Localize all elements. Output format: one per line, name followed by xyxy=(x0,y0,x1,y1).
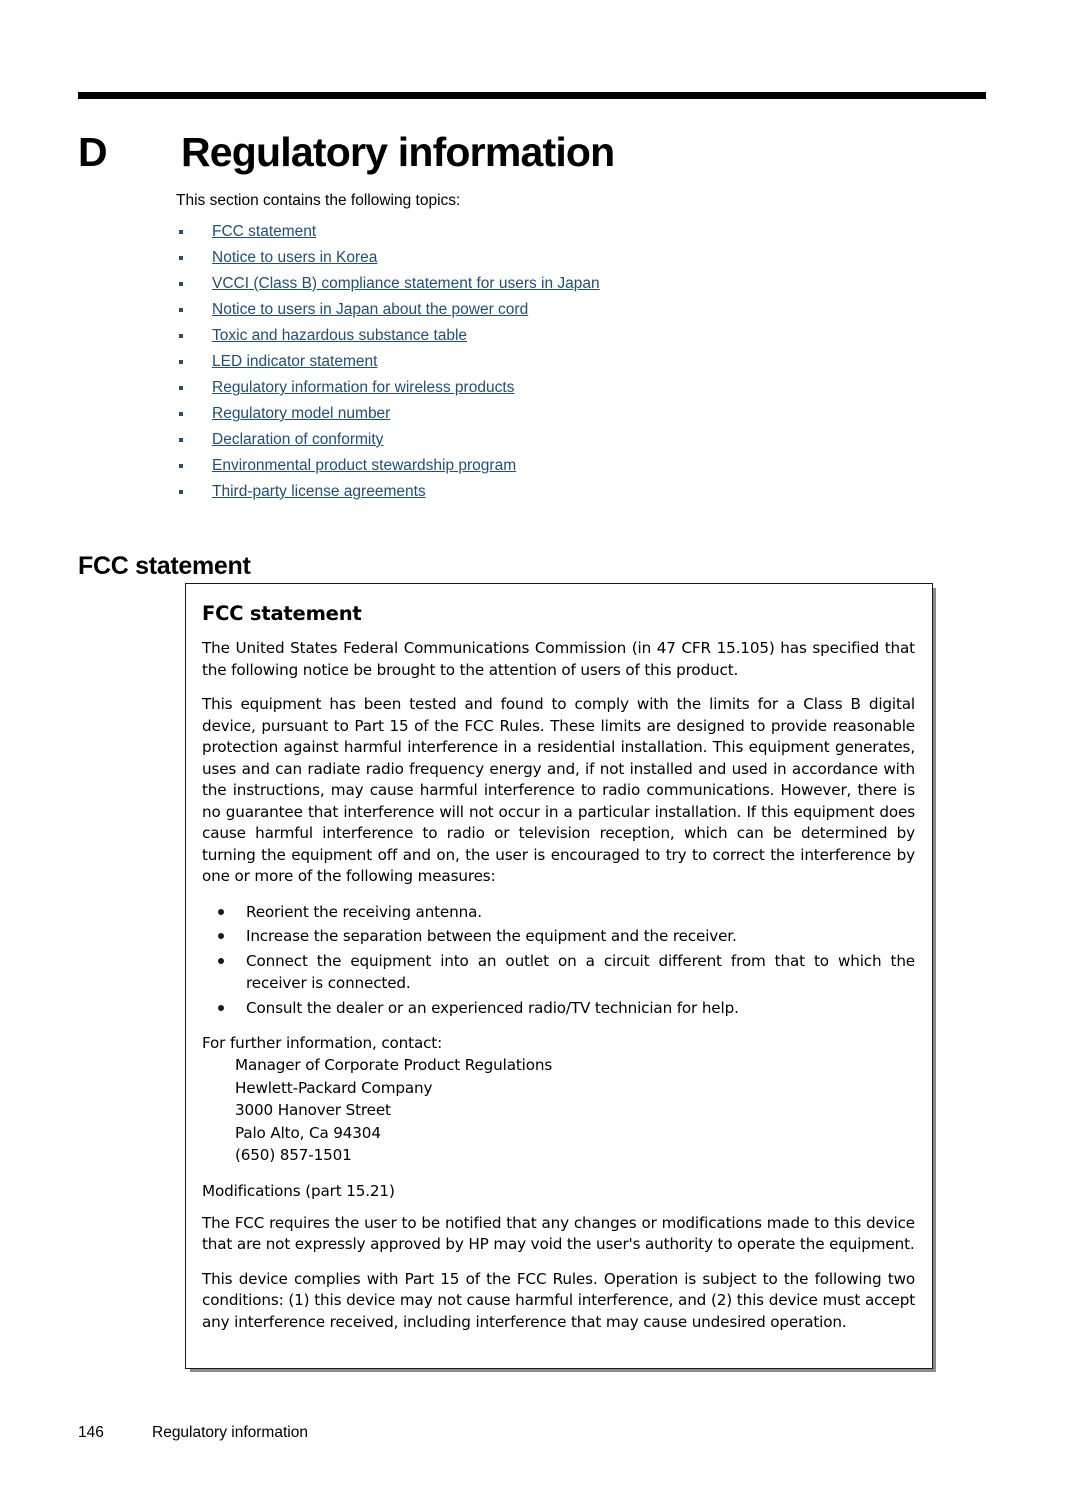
section-heading-fcc-statement: FCC statement xyxy=(78,551,251,580)
footer-chapter-title: Regulatory information xyxy=(152,1424,308,1441)
list-item: Notice to users in Korea xyxy=(176,245,956,271)
topic-link-led-indicator[interactable]: LED indicator statement xyxy=(212,353,377,370)
topic-list: FCC statement Notice to users in Korea V… xyxy=(176,219,956,505)
measure-text: Reorient the receiving antenna. xyxy=(246,902,482,921)
bullet-icon xyxy=(179,282,183,286)
list-item: Regulatory model number xyxy=(176,401,956,427)
page-footer: 146 Regulatory information xyxy=(78,1424,308,1442)
list-item: Consult the dealer or an experienced rad… xyxy=(202,997,915,1020)
measure-text: Consult the dealer or an experienced rad… xyxy=(246,998,739,1017)
list-item: VCCI (Class B) compliance statement for … xyxy=(176,271,956,297)
bullet-icon xyxy=(179,256,183,260)
contact-address-list: Manager of Corporate Product Regulations… xyxy=(202,1054,915,1167)
topic-link-notice-korea[interactable]: Notice to users in Korea xyxy=(212,249,377,266)
contact-line-company: Hewlett-Packard Company xyxy=(235,1078,433,1097)
list-item: Environmental product stewardship progra… xyxy=(176,453,956,479)
topic-link-fcc-statement[interactable]: FCC statement xyxy=(212,223,316,240)
corrective-measures-list: Reorient the receiving antenna. Increase… xyxy=(202,901,915,1020)
chapter-rule xyxy=(78,92,986,99)
notice-paragraph-3: The FCC requires the user to be notified… xyxy=(202,1213,915,1254)
bullet-icon xyxy=(179,412,183,416)
chapter-letter: D xyxy=(78,129,108,176)
contact-lead-text: For further information, contact: xyxy=(202,1034,443,1052)
footer-page-number: 146 xyxy=(78,1424,104,1441)
topic-link-japan-power-cord[interactable]: Notice to users in Japan about the power… xyxy=(212,301,528,318)
notice-box-title: FCC statement xyxy=(202,602,362,625)
topic-link-regulatory-model-number[interactable]: Regulatory model number xyxy=(212,405,390,422)
notice-paragraph-2: This equipment has been tested and found… xyxy=(202,695,915,885)
contact-line-city: Palo Alto, Ca 94304 xyxy=(235,1123,381,1142)
contact-line-phone: (650) 857-1501 xyxy=(235,1146,352,1164)
list-item: Notice to users in Japan about the power… xyxy=(176,297,956,323)
topic-link-vcci-japan[interactable]: VCCI (Class B) compliance statement for … xyxy=(212,275,600,292)
measure-text: Increase the separation between the equi… xyxy=(246,927,737,945)
bullet-icon xyxy=(179,334,183,338)
topic-link-environmental-stewardship[interactable]: Environmental product stewardship progra… xyxy=(212,457,516,474)
bullet-icon xyxy=(179,360,183,364)
bullet-icon xyxy=(179,386,183,390)
bullet-icon xyxy=(218,908,224,915)
document-page: D Regulatory information This section co… xyxy=(0,0,1080,1495)
topic-link-wireless-products[interactable]: Regulatory information for wireless prod… xyxy=(212,379,514,396)
list-item: Third-party license agreements xyxy=(176,479,956,505)
bullet-icon xyxy=(179,490,183,494)
bullet-icon xyxy=(218,1004,224,1011)
modifications-heading: Modifications (part 15.21) xyxy=(202,1181,395,1200)
list-item: LED indicator statement xyxy=(176,349,956,375)
contact-block: For further information, contact: Manage… xyxy=(202,1032,915,1167)
notice-paragraph-1: The United States Federal Communications… xyxy=(202,639,915,679)
page-title: Regulatory information xyxy=(181,129,615,176)
topic-link-declaration-conformity[interactable]: Declaration of conformity xyxy=(212,431,383,448)
bullet-icon xyxy=(179,308,183,312)
topic-link-third-party-licenses[interactable]: Third-party license agreements xyxy=(212,483,426,500)
notice-paragraph-4: This device complies with Part 15 of the… xyxy=(202,1269,915,1331)
fcc-statement-box: FCC statement The United States Federal … xyxy=(185,583,933,1369)
list-item: Reorient the receiving antenna. xyxy=(202,901,915,924)
bullet-icon xyxy=(179,230,183,234)
contact-line-department: Manager of Corporate Product Regulations xyxy=(235,1056,553,1074)
list-item: Toxic and hazardous substance table xyxy=(176,323,956,349)
list-item: Declaration of conformity xyxy=(176,427,956,453)
list-item: FCC statement xyxy=(176,219,956,245)
chapter-header: D Regulatory information xyxy=(78,103,998,203)
bullet-icon xyxy=(218,957,224,964)
topic-link-toxic-substance-table[interactable]: Toxic and hazardous substance table xyxy=(212,327,467,344)
intro-section: This section contains the following topi… xyxy=(176,191,956,505)
bullet-icon xyxy=(218,933,224,939)
intro-lead-text: This section contains the following topi… xyxy=(176,192,461,209)
bullet-icon xyxy=(179,438,183,442)
bullet-icon xyxy=(179,464,183,468)
list-item: Increase the separation between the equi… xyxy=(202,925,915,948)
measure-text: Connect the equipment into an outlet on … xyxy=(246,951,915,993)
contact-line-street: 3000 Hanover Street xyxy=(235,1101,391,1119)
list-item: Regulatory information for wireless prod… xyxy=(176,375,956,401)
list-item: Connect the equipment into an outlet on … xyxy=(202,950,915,995)
